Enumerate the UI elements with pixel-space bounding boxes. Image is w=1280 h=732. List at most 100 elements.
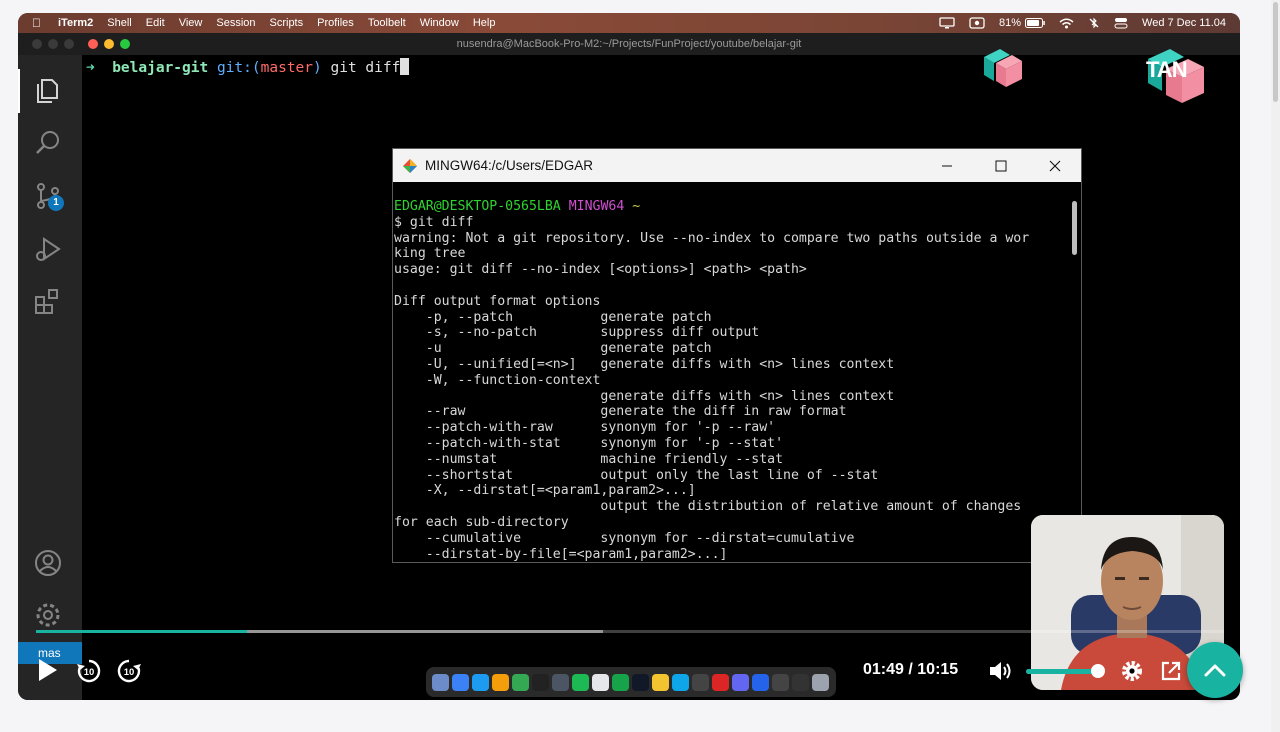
terminal-line: --cumulative synonym for --dirstat=cumul…	[394, 530, 855, 546]
battery-icon[interactable]	[1025, 18, 1045, 28]
bluetooth-off-icon[interactable]	[1088, 17, 1100, 29]
apple-icon[interactable]: 	[32, 16, 46, 30]
minimize-icon	[942, 165, 952, 166]
terminal-line: --patch-with-stat synonym for '-p --stat…	[394, 435, 784, 451]
mingw-titlebar[interactable]: MINGW64:/c/Users/EDGAR	[393, 149, 1081, 182]
prompt-env: MINGW64	[568, 199, 625, 214]
terminal-line: -p, --patch generate patch	[394, 309, 712, 325]
prompt-git: git:(	[216, 60, 261, 76]
display-icon[interactable]	[939, 17, 955, 29]
screen-record-icon[interactable]	[969, 17, 985, 29]
prompt-arrow-icon: ➜	[86, 60, 95, 76]
terminal-line: -u generate patch	[394, 341, 712, 357]
menu-profiles[interactable]: Profiles	[317, 17, 354, 29]
terminal-line: output the distribution of relative amou…	[394, 499, 1022, 515]
duration: 10:15	[917, 661, 959, 678]
terminal-line: king tree	[394, 246, 466, 262]
zoom-window-button[interactable]	[120, 39, 130, 49]
channel-logo-large: TAN	[1144, 47, 1208, 107]
mingw-terminal-window[interactable]: MINGW64:/c/Users/EDGAR EDGAR@DESKTOP-056…	[392, 148, 1082, 563]
scroll-to-top-button[interactable]	[1187, 642, 1243, 698]
play-icon[interactable]	[36, 657, 60, 683]
wifi-icon[interactable]	[1059, 18, 1074, 29]
inactive-minimize-button	[48, 39, 58, 49]
git-bash-icon	[403, 159, 417, 173]
manage-gear-icon[interactable]	[33, 600, 63, 630]
minimize-button[interactable]	[923, 149, 971, 182]
menu-edit[interactable]: Edit	[146, 17, 165, 29]
menu-shell[interactable]: Shell	[107, 17, 131, 29]
time-display: 01:49 / 10:15	[863, 661, 958, 679]
terminal-scrollbar[interactable]	[1072, 201, 1077, 255]
terminal-line: -W, --function-context	[394, 372, 601, 388]
terminal-line: -s, --no-patch suppress diff output	[394, 325, 760, 341]
menu-window[interactable]: Window	[420, 17, 459, 29]
prompt-command: git diff	[321, 60, 401, 76]
chevron-up-icon	[1204, 664, 1226, 677]
terminal-lines: $ git diff warning: Not a git repository.…	[394, 215, 1066, 561]
vscode-activity-bar: 1	[18, 55, 82, 700]
progress-played	[36, 630, 247, 633]
logo-text: TAN	[1146, 57, 1188, 82]
mingw-terminal-output[interactable]: EDGAR@DESKTOP-0565LBA MINGW64 ~ $ git di…	[394, 199, 1066, 561]
prompt-user: EDGAR@DESKTOP-0565LBA	[394, 199, 561, 214]
prompt-path: ~	[632, 199, 641, 214]
volume-slider-handle[interactable]	[1091, 664, 1105, 678]
time-separator: /	[908, 661, 913, 678]
video-player[interactable]:  iTerm2 Shell Edit View Session Scripts…	[18, 13, 1240, 700]
terminal-line: usage: git diff --no-index [<options>] <…	[394, 262, 807, 278]
terminal-line: $ git diff	[394, 214, 474, 230]
scm-badge: 1	[48, 195, 64, 211]
menu-view[interactable]: View	[179, 17, 203, 29]
menu-app-name[interactable]: iTerm2	[58, 17, 93, 29]
terminal-line: -X, --dirstat[=<param1,param2>...]	[394, 483, 696, 499]
terminal-line: --raw generate the diff in raw format	[394, 404, 847, 420]
extensions-icon[interactable]	[33, 287, 63, 317]
close-button[interactable]	[1031, 149, 1079, 182]
close-window-button[interactable]	[88, 39, 98, 49]
terminal-line: --dirstat-by-file[=<param1,param2>...]	[394, 546, 728, 561]
inactive-close-button	[32, 39, 42, 49]
iterm-window-title: nusendra@MacBook-Pro-M2:~/Projects/FunPr…	[456, 38, 802, 50]
account-icon[interactable]	[33, 548, 63, 578]
battery-percent: 81%	[998, 17, 1022, 29]
terminal-line: --numstat machine friendly --stat	[394, 451, 784, 467]
run-debug-icon[interactable]	[33, 234, 63, 264]
menu-scripts[interactable]: Scripts	[270, 17, 304, 29]
svg-text:10: 10	[124, 667, 135, 678]
mingw-title: MINGW64:/c/Users/EDGAR	[425, 158, 594, 173]
terminal-cursor	[400, 58, 410, 75]
maximize-icon	[995, 160, 1007, 171]
menu-help[interactable]: Help	[473, 17, 496, 29]
menubar-clock[interactable]: Wed 7 Dec 11.04	[1142, 17, 1226, 29]
terminal-line: --shortstat output only the last line of…	[394, 467, 879, 483]
iterm-prompt[interactable]: ➜ belajar-git git:(master) git diff	[86, 58, 410, 76]
terminal-line: --patch-with-raw synonym for '-p --raw'	[394, 420, 776, 436]
minimize-window-button[interactable]	[104, 39, 114, 49]
prompt-dir: belajar-git	[112, 60, 209, 76]
volume-level	[1026, 669, 1098, 674]
macos-dock	[426, 667, 836, 697]
maximize-button[interactable]	[977, 149, 1025, 182]
explorer-icon[interactable]	[33, 75, 63, 105]
active-indicator	[18, 69, 20, 113]
rewind-10-icon[interactable]: 10	[75, 657, 103, 685]
menu-session[interactable]: Session	[216, 17, 255, 29]
channel-logo-small	[984, 49, 1022, 87]
settings-gear-icon[interactable]	[1120, 659, 1144, 683]
menu-toolbelt[interactable]: Toolbelt	[368, 17, 406, 29]
forward-10-icon[interactable]: 10	[115, 657, 143, 685]
terminal-line: Diff output format options	[394, 293, 601, 309]
open-external-icon[interactable]	[1160, 660, 1182, 682]
search-icon[interactable]	[33, 128, 63, 158]
macos-menubar:  iTerm2 Shell Edit View Session Scripts…	[18, 13, 1240, 33]
page-scrollbar-thumb[interactable]	[1273, 2, 1278, 102]
inactive-zoom-button	[64, 39, 74, 49]
page-scrollbar[interactable]	[1271, 0, 1280, 732]
close-icon	[1049, 160, 1061, 171]
terminal-line: -U, --unified[=<n>] generate diffs with …	[394, 356, 895, 372]
svg-text:10: 10	[84, 667, 95, 678]
control-center-icon[interactable]	[1114, 17, 1128, 29]
volume-icon[interactable]	[988, 659, 1014, 683]
